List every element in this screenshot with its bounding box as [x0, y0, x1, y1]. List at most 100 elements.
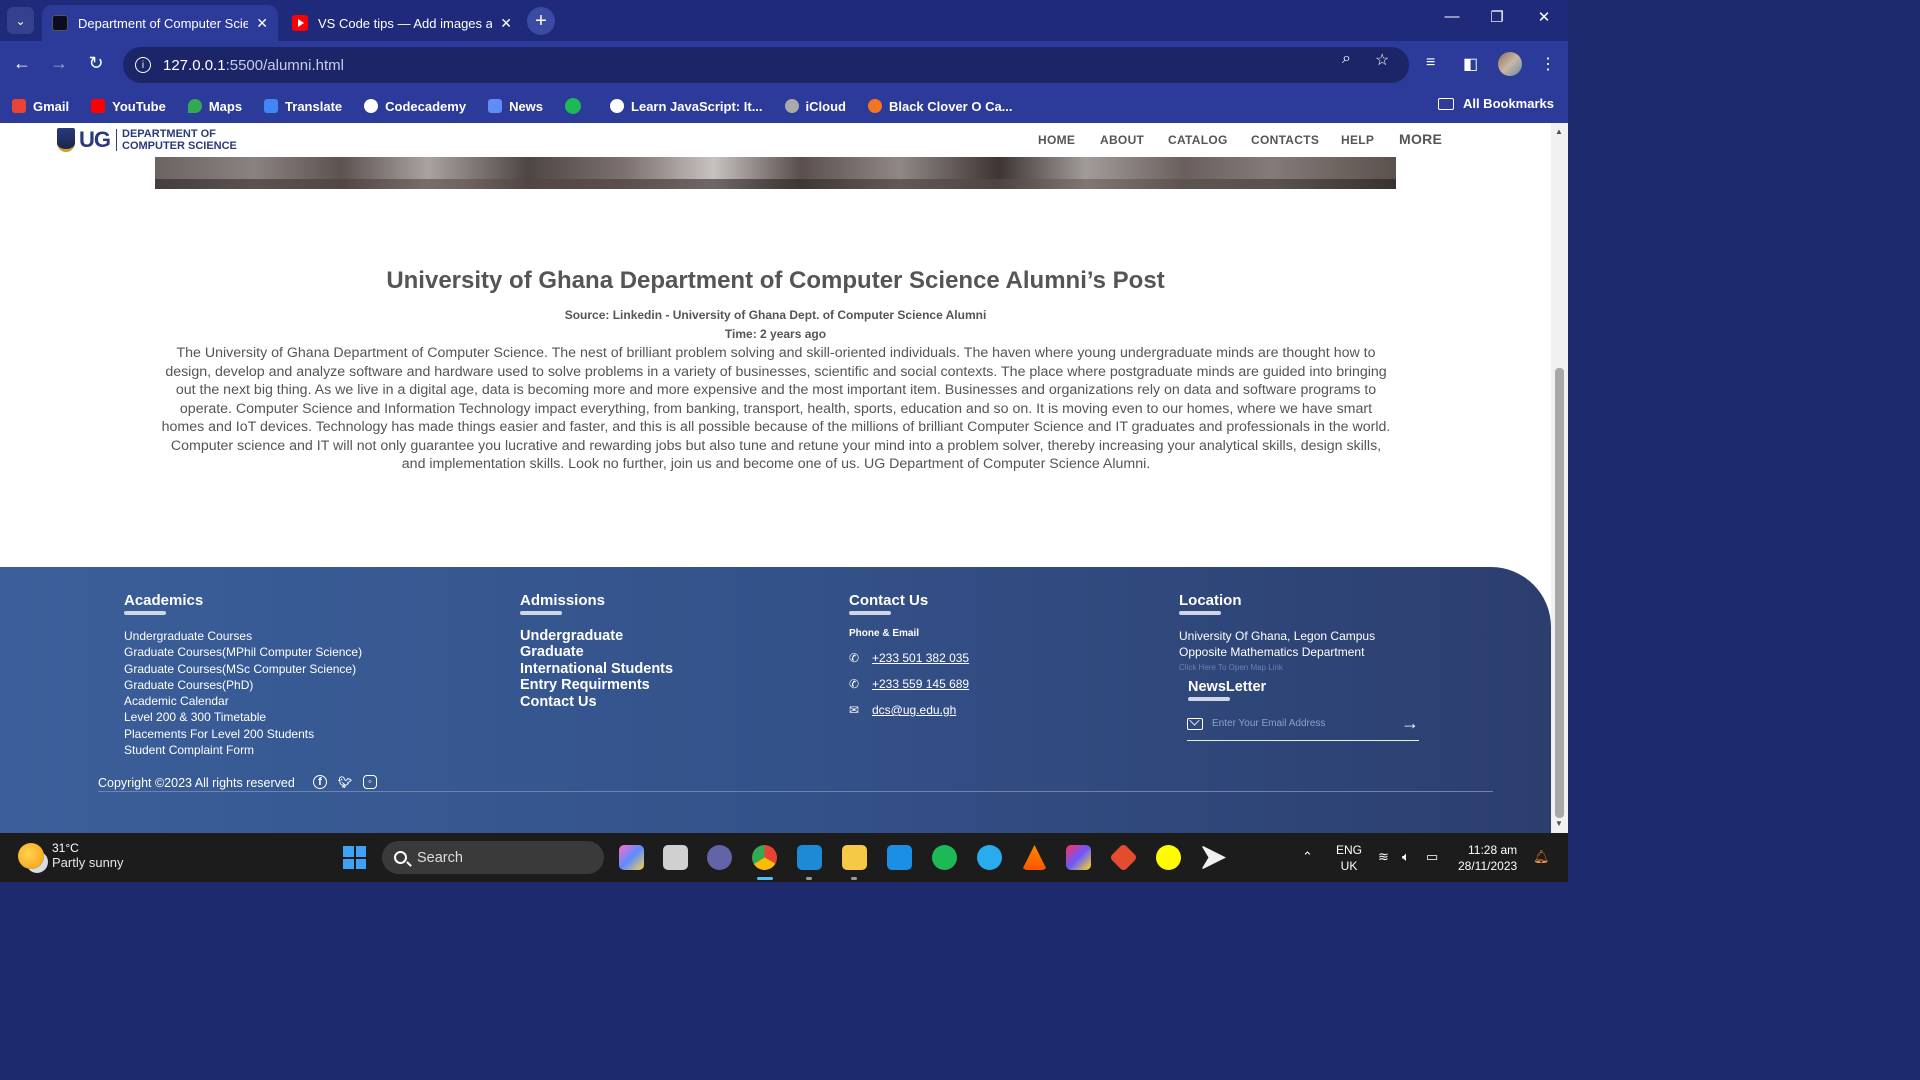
footer-link[interactable]: Graduate Courses(MPhil Computer Science): [124, 644, 362, 660]
minimize-icon[interactable]: —: [1440, 8, 1464, 25]
intellij-icon[interactable]: [1066, 845, 1091, 870]
address-bar[interactable]: i 127.0.0.1:5500/alumni.html: [123, 47, 1409, 83]
forward-arrow-icon[interactable]: →: [47, 53, 71, 74]
weather-widget[interactable]: 31°C Partly sunny: [18, 841, 124, 870]
back-arrow-icon[interactable]: ←: [10, 53, 34, 74]
map-link[interactable]: Click Here To Open Map Link: [1179, 663, 1375, 672]
clock[interactable]: 11:28 am 28/11/2023: [1458, 842, 1517, 874]
copilot-icon[interactable]: [619, 845, 644, 870]
tab-vs-code-tips[interactable]: VS Code tips — Add images and more ✕: [282, 5, 522, 41]
close-tab-icon[interactable]: ✕: [500, 15, 512, 32]
footer-link[interactable]: Student Complaint Form: [124, 742, 362, 758]
taskbar-search[interactable]: Search: [382, 841, 604, 874]
task-view-icon[interactable]: [663, 845, 688, 870]
bookmark-black-clover[interactable]: Black Clover O Ca...: [867, 99, 1013, 114]
instagram-icon[interactable]: ◦: [363, 775, 377, 789]
bookmark-translate[interactable]: Translate: [264, 99, 342, 114]
telegram-icon[interactable]: [977, 845, 1002, 870]
wifi-icon[interactable]: ≋: [1378, 849, 1389, 865]
windows-start-icon[interactable]: [343, 846, 366, 869]
bookmark-icloud[interactable]: iCloud: [784, 99, 846, 114]
tab-search-button[interactable]: ⌄: [7, 7, 34, 34]
footer-link[interactable]: Graduate Courses(MSc Computer Science): [124, 661, 362, 677]
phone-link-1[interactable]: ✆ +233 501 382 035: [849, 651, 969, 665]
footer-link[interactable]: Undergraduate Courses: [124, 628, 362, 644]
nav-about[interactable]: ABOUT: [1100, 133, 1144, 147]
menu-kebab-icon[interactable]: ⋮: [1540, 54, 1556, 74]
youtube-favicon-icon: [292, 15, 308, 31]
app-store-icon[interactable]: [887, 845, 912, 870]
bookmark-gmail[interactable]: Gmail: [12, 99, 69, 114]
nav-help[interactable]: HELP: [1341, 133, 1374, 147]
battery-icon[interactable]: ▭: [1426, 849, 1438, 865]
chrome-icon[interactable]: [752, 845, 777, 870]
nav-home[interactable]: HOME: [1038, 133, 1075, 147]
bookmark-news[interactable]: News: [488, 99, 543, 114]
footer-link[interactable]: Level 200 & 300 Timetable: [124, 709, 362, 725]
scroll-down-icon[interactable]: ▼: [1555, 819, 1563, 828]
footer-link[interactable]: Contact Us: [520, 694, 673, 710]
language-indicator[interactable]: ENG UK: [1336, 842, 1362, 874]
arrow-right-icon[interactable]: →: [1401, 713, 1419, 734]
twitter-icon[interactable]: 🐦︎: [338, 775, 352, 789]
envelope-icon: ✉: [849, 703, 860, 717]
bookmark-maps[interactable]: Maps: [187, 99, 242, 114]
site-info-icon[interactable]: i: [135, 57, 151, 73]
footer-link[interactable]: International Students: [520, 661, 673, 677]
footer-link[interactable]: Academic Calendar: [124, 693, 362, 709]
side-panel-icon[interactable]: ◧: [1463, 54, 1478, 74]
file-explorer-icon[interactable]: [842, 845, 867, 870]
vscode-icon[interactable]: [797, 845, 822, 870]
footer-link[interactable]: Undergraduate: [520, 628, 673, 644]
ug-logo[interactable]: UG DEPARTMENT OF COMPUTER SCIENCE: [57, 127, 237, 153]
tab-department-of-computer-science[interactable]: Department of Computer Science ✕: [42, 5, 278, 41]
location-line-1: University Of Ghana, Legon Campus: [1179, 629, 1376, 643]
ug-crest-icon: [57, 128, 75, 152]
snapchat-icon[interactable]: [1156, 845, 1181, 870]
footer-link[interactable]: Graduate: [520, 644, 673, 660]
spotify-icon[interactable]: [932, 845, 957, 870]
close-tab-icon[interactable]: ✕: [256, 15, 268, 32]
scrollbar-thumb[interactable]: [1555, 368, 1564, 818]
newsletter-email-input[interactable]: [1212, 718, 1395, 729]
email-link[interactable]: ✉ dcs@ug.edu.gh: [849, 703, 969, 717]
terminal-icon[interactable]: [1201, 845, 1226, 870]
nav-more[interactable]: MORE: [1399, 131, 1442, 147]
bookmark-youtube[interactable]: YouTube: [91, 99, 166, 114]
nav-catalog[interactable]: CATALOG: [1168, 133, 1228, 147]
media-controls-icon[interactable]: ≡: [1426, 54, 1435, 72]
new-tab-button[interactable]: +: [527, 7, 555, 35]
zoom-icon[interactable]: ⌕: [1342, 50, 1351, 68]
profile-avatar[interactable]: [1498, 52, 1522, 76]
git-icon[interactable]: [1109, 843, 1138, 872]
language-code: ENG: [1336, 843, 1363, 857]
notification-bell-icon[interactable]: 🔔︎: [1533, 849, 1550, 865]
scroll-up-icon[interactable]: ▲: [1555, 127, 1563, 136]
restore-icon[interactable]: ❐: [1485, 8, 1509, 26]
phone-number: +233 559 145 689: [872, 677, 970, 691]
tab-title: Department of Computer Science: [78, 15, 249, 31]
close-window-icon[interactable]: ✕: [1532, 8, 1556, 26]
url-host: 127.0.0.1: [163, 56, 226, 74]
vlc-icon[interactable]: [1022, 845, 1047, 870]
nav-contacts[interactable]: CONTACTS: [1251, 133, 1319, 147]
teams-icon[interactable]: [707, 845, 732, 870]
bookmark-codecademy[interactable]: Codecademy: [364, 99, 466, 114]
chevron-up-icon[interactable]: ⌃: [1302, 849, 1313, 865]
facebook-icon[interactable]: f: [313, 775, 327, 789]
bookmark-star-icon[interactable]: ☆: [1375, 50, 1389, 70]
all-bookmarks-button[interactable]: All Bookmarks: [1437, 96, 1554, 111]
bookmark-spotify[interactable]: [565, 98, 588, 114]
news-icon: [488, 99, 503, 113]
page-scrollbar[interactable]: ▲ ▼: [1551, 123, 1568, 833]
footer-link[interactable]: Placements For Level 200 Students: [124, 726, 362, 742]
reload-icon[interactable]: ↻: [84, 53, 108, 74]
footer-link[interactable]: Graduate Courses(PhD): [124, 677, 362, 693]
footer-link[interactable]: Entry Requirments: [520, 677, 673, 693]
logo-line-1: DEPARTMENT OF: [122, 128, 216, 140]
volume-icon[interactable]: 🔈︎: [1402, 849, 1410, 865]
footer-divider: [98, 791, 1493, 792]
phone-link-2[interactable]: ✆ +233 559 145 689: [849, 677, 969, 691]
bookmark-learn-javascript[interactable]: Learn JavaScript: It...: [610, 99, 763, 114]
footer-admissions: Admissions Undergraduate Graduate Intern…: [520, 592, 673, 710]
